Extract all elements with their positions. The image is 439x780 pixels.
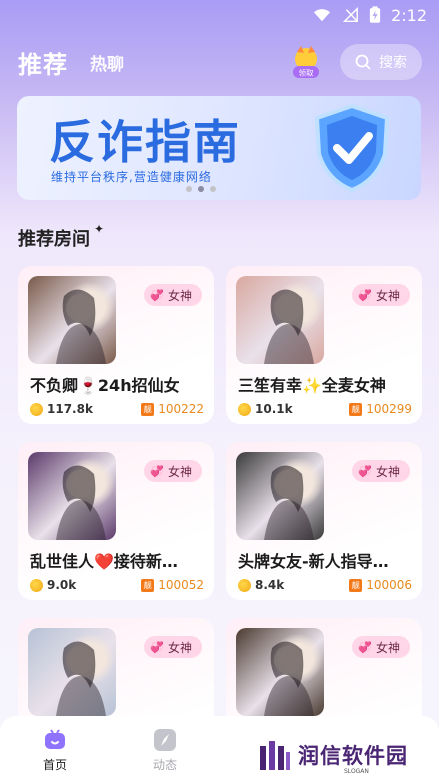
room-heat-value: 10.1k (255, 402, 293, 416)
tab-recommend[interactable]: 推荐 (18, 45, 68, 80)
clock: 2:12 (391, 5, 427, 25)
id-badge-icon: 靓 (349, 402, 363, 416)
indicator-dot (186, 186, 192, 192)
top-nav: 推荐 热聊 领取 搜索 (0, 40, 439, 84)
portrait-silhouette-icon (56, 465, 106, 540)
room-id: 靓 100299 (349, 402, 412, 416)
room-card[interactable]: 💞 女神 三笙有幸✨全麦女神 10.1k 靓 100299 (226, 266, 422, 424)
goddess-tag-label: 女神 (375, 640, 400, 655)
room-cover-image (28, 628, 116, 716)
indicator-dot-active (198, 186, 204, 192)
compass-icon (154, 729, 176, 751)
room-id-value: 100222 (158, 402, 204, 416)
room-cover-image (236, 276, 324, 364)
portrait-silhouette-icon (264, 465, 314, 540)
goddess-tag: 💞 女神 (144, 460, 202, 482)
coin-icon (30, 578, 43, 592)
status-bar: 2:12 (0, 0, 439, 30)
coin-icon (30, 402, 43, 416)
watermark-text: 润信软件园 (298, 744, 408, 768)
goddess-tag: 💞 女神 (352, 284, 410, 306)
room-heat: 117.8k (30, 402, 93, 416)
id-badge-icon: 靓 (141, 578, 155, 592)
banner-title: 反诈指南 (49, 115, 241, 169)
room-card[interactable]: 💞 女神 乱世佳人❤️接待新… 9.0k 靓 100052 (18, 442, 214, 600)
search-icon (355, 54, 371, 70)
goddess-tag: 💞 女神 (352, 636, 410, 658)
room-name: 乱世佳人❤️接待新… (30, 552, 178, 571)
goddess-tag-label: 女神 (375, 288, 400, 303)
room-id-value: 100006 (366, 578, 412, 592)
room-cover-image (236, 452, 324, 540)
gift-mascot-icon: 领取 (293, 46, 319, 78)
banner-page-indicator (186, 186, 216, 192)
room-id: 靓 100222 (141, 402, 204, 416)
reward-badge-icon[interactable]: 领取 (290, 46, 322, 80)
hearts-icon: 💞 (358, 288, 372, 302)
goddess-tag-label: 女神 (375, 464, 400, 479)
room-id: 靓 100052 (141, 578, 204, 592)
nav-home[interactable]: 首页 (25, 728, 85, 773)
hearts-icon: 💞 (150, 288, 164, 302)
room-cover-image (28, 452, 116, 540)
room-name: 三笙有幸✨全麦女神 (238, 376, 386, 395)
room-heat: 9.0k (30, 578, 76, 592)
portrait-silhouette-icon (56, 641, 106, 716)
sparkle-icon: ✦ (94, 222, 105, 236)
hearts-icon: 💞 (358, 640, 372, 654)
id-badge-icon: 靓 (141, 402, 155, 416)
goddess-tag-label: 女神 (167, 640, 192, 655)
shield-check-icon (314, 103, 390, 193)
room-name: 不负卿🍷24h招仙女 (30, 376, 180, 395)
search-label: 搜索 (379, 55, 407, 71)
reward-badge-label: 领取 (299, 68, 314, 78)
room-heat: 10.1k (238, 402, 293, 416)
banner-subtitle: 维持平台秩序,营造健康网络 (51, 170, 212, 184)
portrait-silhouette-icon (264, 641, 314, 716)
room-cover-image (236, 628, 324, 716)
nav-home-label: 首页 (42, 758, 67, 772)
goddess-tag: 💞 女神 (144, 636, 202, 658)
room-cover-image (28, 276, 116, 364)
goddess-tag-label: 女神 (167, 464, 192, 479)
room-id-value: 100299 (366, 402, 412, 416)
goddess-tag: 💞 女神 (144, 284, 202, 306)
room-heat-value: 9.0k (47, 578, 77, 592)
tab-hot-chat[interactable]: 热聊 (90, 50, 124, 75)
nav-feed[interactable]: 动态 (135, 728, 195, 773)
indicator-dot (210, 186, 216, 192)
home-tv-icon (45, 729, 65, 749)
no-signal-icon (342, 7, 358, 23)
section-title: 推荐房间 (18, 229, 90, 250)
watermark-slogan: SLOGAN (344, 768, 369, 775)
portrait-silhouette-icon (264, 289, 314, 364)
battery-charging-icon (369, 6, 381, 23)
goddess-tag-label: 女神 (167, 288, 192, 303)
room-heat-value: 117.8k (47, 402, 93, 416)
wifi-icon (313, 9, 331, 22)
room-card[interactable]: 💞 女神 不负卿🍷24h招仙女 117.8k 靓 100222 (18, 266, 214, 424)
hearts-icon: 💞 (150, 640, 164, 654)
watermark-logo: 润信软件园 SLOGAN (258, 735, 428, 775)
search-button[interactable]: 搜索 (340, 44, 422, 80)
room-card[interactable]: 💞 女神 头牌女友-新人指导… 8.4k 靓 100006 (226, 442, 422, 600)
id-badge-icon: 靓 (349, 578, 363, 592)
hearts-icon: 💞 (358, 464, 372, 478)
anti-fraud-banner[interactable]: 反诈指南 维持平台秩序,营造健康网络 (17, 96, 421, 200)
room-heat-value: 8.4k (255, 578, 285, 592)
coin-icon (238, 578, 251, 592)
nav-feed-label: 动态 (152, 758, 177, 772)
room-id-value: 100052 (158, 578, 204, 592)
coin-icon (238, 402, 251, 416)
portrait-silhouette-icon (56, 289, 106, 364)
hearts-icon: 💞 (150, 464, 164, 478)
goddess-tag: 💞 女神 (352, 460, 410, 482)
room-heat: 8.4k (238, 578, 284, 592)
watermark-mark-icon (260, 741, 290, 770)
room-id: 靓 100006 (349, 578, 412, 592)
room-name: 头牌女友-新人指导… (238, 552, 389, 571)
